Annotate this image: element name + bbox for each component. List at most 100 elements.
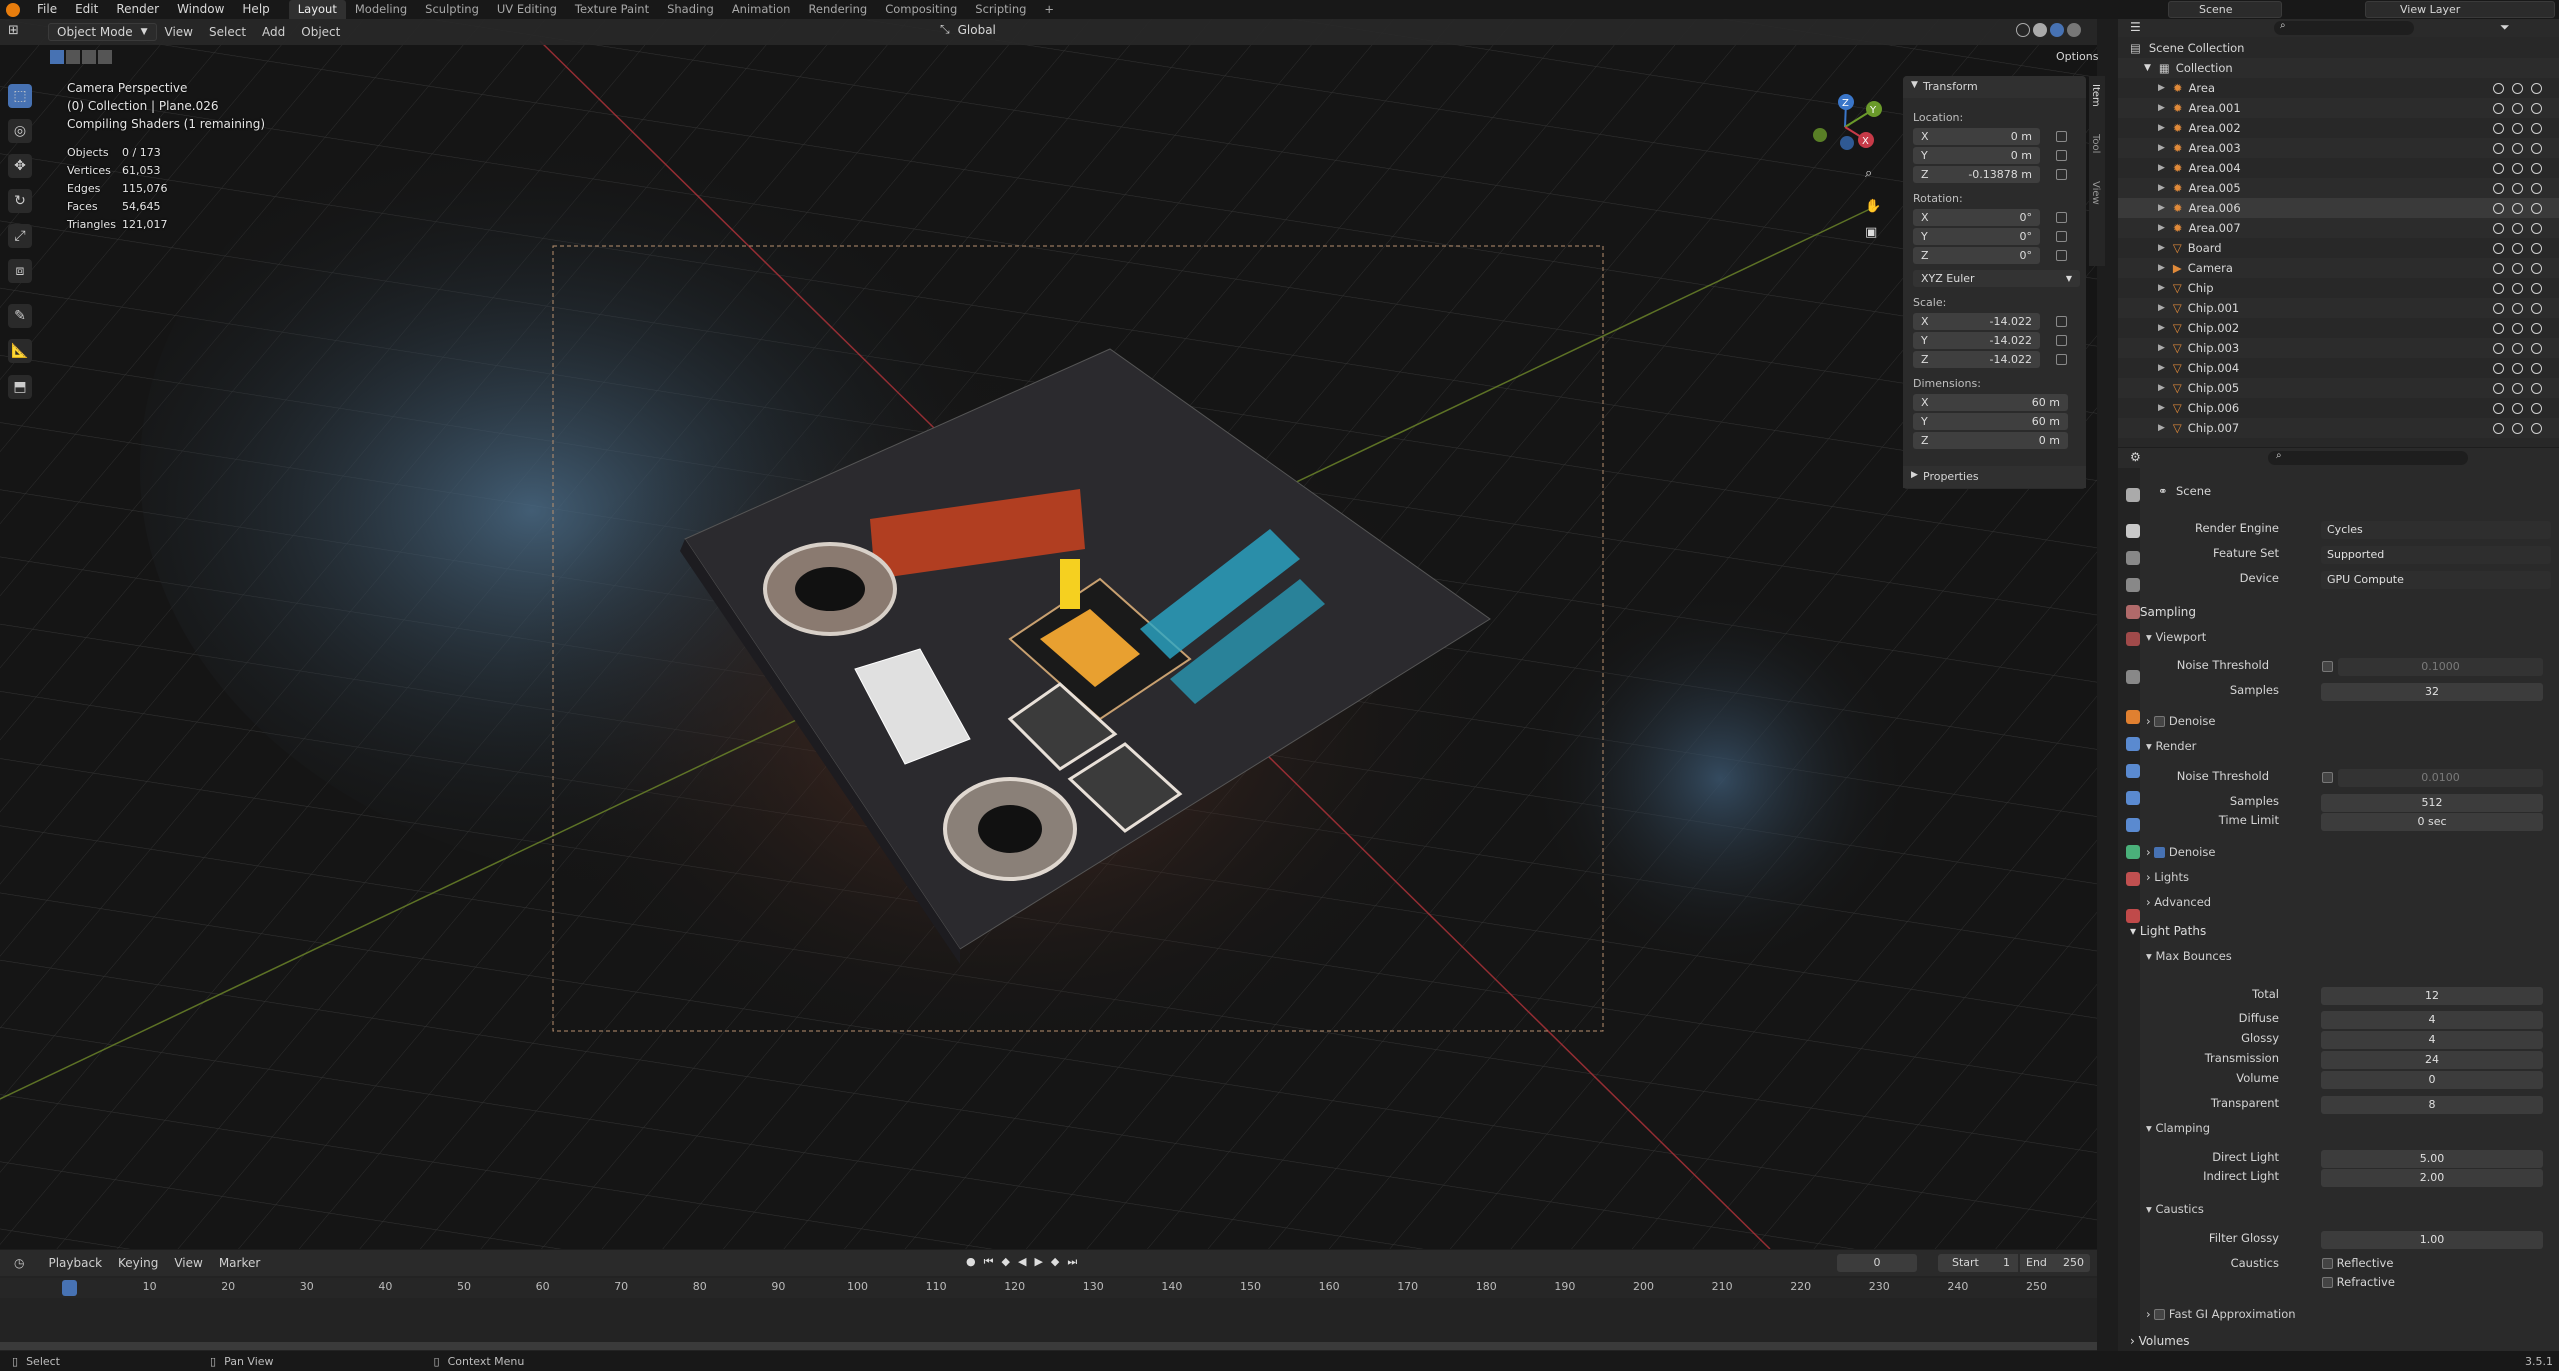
menu-window[interactable]: Window [168, 0, 233, 19]
render-subpanel-header[interactable]: ▾ Render [2146, 739, 2196, 753]
menu-view[interactable]: View [157, 25, 201, 39]
outliner-item[interactable]: ▶ ✹ Area.007 [2118, 218, 2559, 238]
direct-light-field[interactable]: 5.00 [2321, 1150, 2543, 1168]
eye-icon[interactable] [2493, 162, 2504, 174]
pan-hand-icon[interactable]: ✋ [1865, 199, 1881, 215]
reflective-checkbox[interactable]: Reflective [2322, 1256, 2393, 1270]
tab-animation[interactable]: Animation [723, 0, 800, 19]
annotate-tool-icon[interactable]: ✎ [8, 304, 32, 328]
indirect-light-field[interactable]: 2.00 [2321, 1169, 2543, 1187]
tab-layout[interactable]: Layout [288, 0, 346, 19]
chevron-right-icon[interactable]: ▶ [2158, 283, 2165, 293]
chevron-right-icon[interactable]: ▶ [2158, 263, 2165, 273]
clamping-subpanel-header[interactable]: ▾ Clamping [2146, 1121, 2210, 1135]
timeline-editor[interactable]: ◷ Playback Keying View Marker ● ⏮ ◆ ◀ ▶ … [0, 1250, 2097, 1351]
rotation-mode-dropdown[interactable]: XYZ Euler ▼ [1913, 270, 2080, 287]
eye-icon[interactable] [2493, 422, 2504, 434]
modifier-tab-icon[interactable] [2126, 737, 2140, 751]
next-keyframe-icon[interactable]: ◆ [1051, 1255, 1059, 1269]
monitor-icon[interactable] [2512, 222, 2523, 234]
lock-icon[interactable] [2056, 150, 2067, 161]
menu-timeline-view[interactable]: View [166, 1256, 210, 1270]
eye-icon[interactable] [2493, 362, 2504, 374]
filter-icon[interactable]: ⏷ [2500, 20, 2510, 35]
zoom-icon[interactable]: ⌕ [1865, 166, 1881, 182]
clock-icon[interactable]: ◷ [14, 1256, 24, 1270]
chevron-right-icon[interactable]: ▶ [2158, 323, 2165, 333]
monitor-icon[interactable] [2512, 342, 2523, 354]
outliner-search-input[interactable]: ⌕ [2274, 20, 2414, 35]
monitor-icon[interactable] [2512, 262, 2523, 274]
monitor-icon[interactable] [2512, 122, 2523, 134]
outliner-item[interactable]: ▶ ✹ Area.002 [2118, 118, 2559, 138]
editor-type-icon[interactable]: ⊞ [8, 23, 36, 41]
light-paths-panel-header[interactable]: ▾ Light Paths [2130, 924, 2206, 938]
eye-icon[interactable] [2493, 142, 2504, 154]
tab-shading[interactable]: Shading [658, 0, 723, 19]
eye-icon[interactable] [2493, 322, 2504, 334]
chevron-right-icon[interactable]: ▶ [2158, 403, 2165, 413]
outliner-item[interactable]: ▶ ✹ Area.006 [2118, 198, 2559, 218]
camera-render-icon[interactable] [2531, 302, 2542, 314]
menu-playback[interactable]: Playback [40, 1256, 110, 1270]
lock-icon[interactable] [2056, 231, 2067, 242]
location-x-field[interactable]: X0 m [1913, 128, 2040, 145]
viewport-noise-field[interactable]: 0.1000 [2338, 658, 2543, 676]
chevron-right-icon[interactable]: ▶ [2158, 243, 2165, 253]
chevron-right-icon[interactable]: ▶ [2158, 83, 2165, 93]
device-dropdown[interactable]: GPU Compute [2321, 571, 2551, 589]
timeline-scrollbar[interactable] [0, 1342, 2097, 1350]
eye-icon[interactable] [2493, 382, 2504, 394]
camera-render-icon[interactable] [2531, 402, 2542, 414]
jump-end-icon[interactable]: ⏭ [1067, 1255, 1077, 1269]
prev-keyframe-icon[interactable]: ◆ [1002, 1255, 1010, 1269]
rendered-shading-icon[interactable] [2067, 23, 2081, 37]
chevron-right-icon[interactable]: ▶ [2158, 163, 2165, 173]
dimension-z-field[interactable]: Z0 m [1913, 432, 2068, 449]
select-extend-icon[interactable] [66, 50, 80, 64]
chevron-right-icon[interactable]: ▶ [2158, 303, 2165, 313]
measure-tool-icon[interactable]: 📐 [8, 339, 32, 363]
eye-icon[interactable] [2493, 122, 2504, 134]
tab-uv-editing[interactable]: UV Editing [488, 0, 566, 19]
collection-row[interactable]: ▼ ▦ Collection [2118, 58, 2559, 78]
chevron-right-icon[interactable]: ▶ [2158, 223, 2165, 233]
rotation-y-field[interactable]: Y 0° [1913, 228, 2040, 245]
monitor-icon[interactable] [2512, 322, 2523, 334]
dimension-y-field[interactable]: Y 60 m [1913, 413, 2068, 430]
camera-render-icon[interactable] [2531, 242, 2542, 254]
dimension-x-field[interactable]: X 60 m [1913, 394, 2068, 411]
move-tool-icon[interactable]: ✥ [8, 154, 32, 178]
viewport-samples-field[interactable]: 32 [2321, 683, 2543, 701]
camera-render-icon[interactable] [2531, 102, 2542, 114]
select-subtract-icon[interactable] [82, 50, 96, 64]
bounce-field[interactable]: 24 [2321, 1051, 2543, 1069]
options-dropdown[interactable]: Options [2050, 49, 2104, 64]
scene-selector[interactable]: Scene [2168, 1, 2282, 18]
chevron-right-icon[interactable]: ▶ [2158, 383, 2165, 393]
tab-scripting[interactable]: Scripting [966, 0, 1035, 19]
time-limit-field[interactable]: 0 sec [2321, 813, 2543, 831]
data-tab-icon[interactable] [2126, 845, 2140, 859]
monitor-icon[interactable] [2512, 382, 2523, 394]
select-new-icon[interactable] [50, 50, 64, 64]
tab-tool[interactable]: Tool [2090, 134, 2101, 153]
menu-select[interactable]: Select [201, 25, 254, 39]
scale-tool-icon[interactable]: ⤢ [8, 224, 32, 248]
camera-render-icon[interactable] [2531, 82, 2542, 94]
monitor-icon[interactable] [2512, 422, 2523, 434]
menu-object[interactable]: Object [293, 25, 348, 39]
playhead[interactable] [62, 1280, 77, 1296]
camera-render-icon[interactable] [2531, 142, 2542, 154]
lock-icon[interactable] [2056, 316, 2067, 327]
viewport-denoise-row[interactable]: › Denoise [2146, 714, 2215, 728]
feature-set-dropdown[interactable]: Supported [2321, 546, 2551, 564]
monitor-icon[interactable] [2512, 162, 2523, 174]
render-samples-field[interactable]: 512 [2321, 794, 2543, 812]
outliner-item[interactable]: ▶ ✹ Area.005 [2118, 178, 2559, 198]
caustics-subpanel-header[interactable]: ▾ Caustics [2146, 1202, 2204, 1216]
monitor-icon[interactable] [2512, 182, 2523, 194]
monitor-icon[interactable] [2512, 362, 2523, 374]
output-tab-icon[interactable] [2126, 551, 2140, 565]
tab-rendering[interactable]: Rendering [799, 0, 876, 19]
